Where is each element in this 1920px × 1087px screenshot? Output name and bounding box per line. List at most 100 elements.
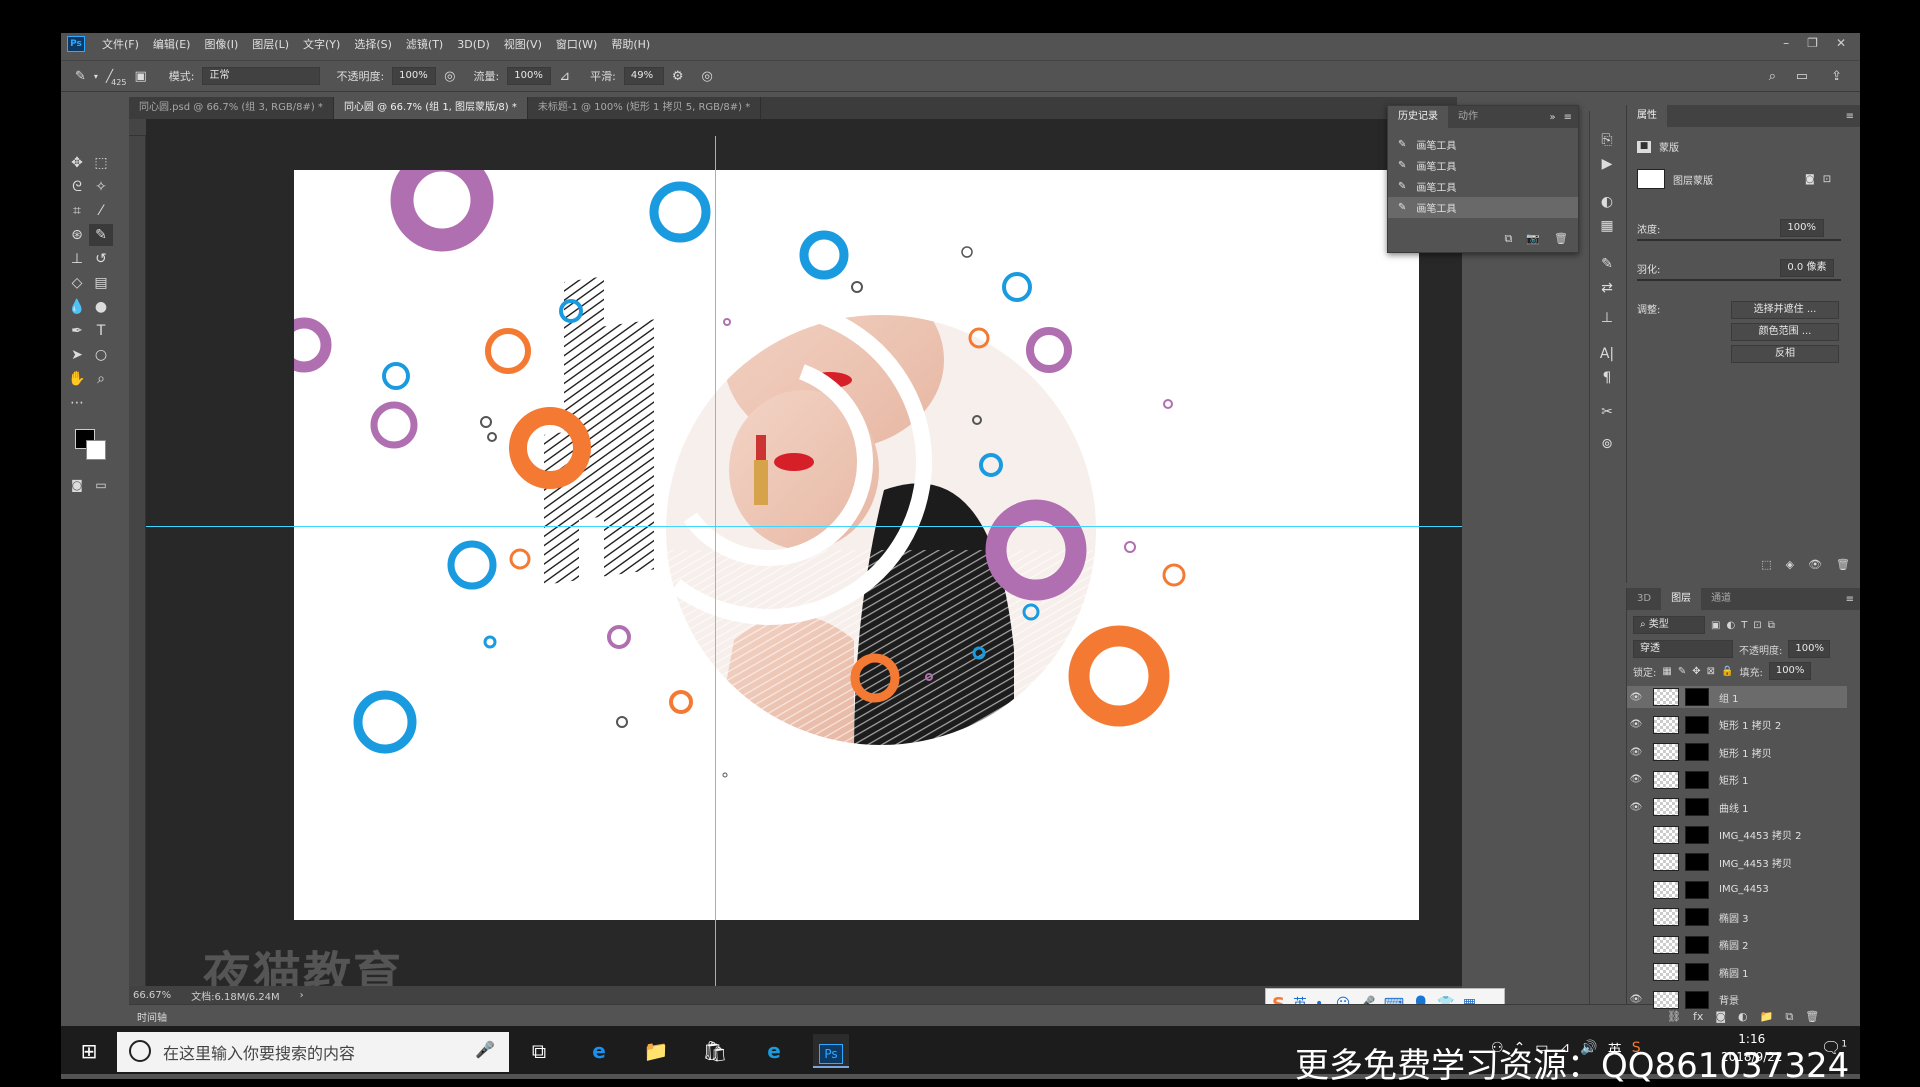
ellipse-tool-icon[interactable]: ○	[89, 344, 113, 366]
quick-mask-icon[interactable]: ◙	[65, 474, 89, 496]
filter-smart-icon[interactable]: ⧉	[1768, 620, 1775, 631]
layer-mask-thumbnail[interactable]	[1685, 770, 1709, 789]
layer-row[interactable]: 椭圆 2	[1627, 934, 1847, 956]
new-layer-icon[interactable]: ⧉	[1785, 1010, 1793, 1024]
density-slider[interactable]	[1637, 239, 1841, 241]
layer-row[interactable]: 👁 矩形 1 拷贝 2	[1627, 714, 1847, 736]
timeline-label[interactable]: 时间轴	[137, 1013, 167, 1024]
history-row[interactable]: ✎ 画笔工具	[1388, 176, 1578, 197]
adjustment-layer-icon[interactable]: ◐	[1738, 1010, 1748, 1024]
marquee-tool-icon[interactable]: ⬚	[89, 152, 113, 174]
ie-browser-icon[interactable]: e	[756, 1034, 792, 1068]
guide-vertical[interactable]	[715, 136, 716, 988]
panel-expand-icon[interactable]: »	[1549, 112, 1555, 123]
history-row[interactable]: ✎ 画笔工具	[1388, 134, 1578, 155]
more-tools-icon[interactable]: ⋯	[65, 392, 89, 414]
layer-row[interactable]: 椭圆 3	[1627, 906, 1847, 928]
camera-icon[interactable]: 📷	[1526, 232, 1540, 246]
eraser-tool-icon[interactable]: ◇	[65, 272, 89, 294]
layer-mask-thumbnail[interactable]	[1685, 908, 1709, 926]
eye-icon[interactable]: 👁	[1808, 558, 1822, 571]
density-input[interactable]: 100%	[1780, 219, 1825, 237]
history-panel-icon[interactable]: ⎘	[1596, 129, 1618, 151]
panel-menu-icon[interactable]: ≡	[1846, 594, 1854, 605]
type-tool-icon[interactable]: T	[89, 320, 113, 342]
zoom-level[interactable]: 66.67%	[133, 990, 171, 1001]
magic-wand-tool-icon[interactable]: ✧	[89, 176, 113, 198]
layer-mask-thumbnail[interactable]	[1685, 990, 1709, 1009]
pressure-size-icon[interactable]: ◎	[702, 69, 713, 84]
chevron-right-icon[interactable]: ›	[300, 990, 304, 1001]
edge-browser-icon[interactable]: e	[581, 1034, 617, 1068]
workspace-icon[interactable]: ▭	[1796, 69, 1808, 84]
tab-actions[interactable]: 动作	[1448, 106, 1488, 128]
menu-filter[interactable]: 滤镜(T)	[399, 36, 450, 52]
layer-filter-select[interactable]: ⌕ 类型	[1633, 616, 1705, 634]
fill-input[interactable]: 100%	[1768, 662, 1811, 680]
search-icon[interactable]: ⌕	[1769, 69, 1776, 84]
layer-row[interactable]: IMG_4453 拷贝 2	[1627, 824, 1847, 846]
layer-opacity-input[interactable]: 100%	[1788, 640, 1831, 658]
pixel-mask-icon[interactable]: ◙	[1805, 174, 1815, 185]
filter-shape-icon[interactable]: ⊡	[1753, 620, 1761, 631]
guide-horizontal[interactable]	[146, 526, 1462, 527]
lasso-tool-icon[interactable]: ᘓ	[65, 176, 89, 198]
menu-file[interactable]: 文件(F)	[95, 36, 146, 52]
tab-3d[interactable]: 3D	[1627, 588, 1661, 610]
blur-tool-icon[interactable]: 💧	[65, 296, 89, 318]
lock-position-icon[interactable]: ✥	[1692, 666, 1700, 677]
trash-icon[interactable]: 🗑	[1554, 232, 1568, 246]
new-group-icon[interactable]: 📁	[1760, 1010, 1774, 1024]
layer-mask-thumbnail[interactable]	[1685, 880, 1709, 899]
document-canvas[interactable]	[294, 170, 1419, 920]
tab-layers[interactable]: 图层	[1661, 588, 1702, 610]
blend-mode-select[interactable]: 穿透	[1633, 640, 1733, 658]
eye-icon[interactable]: 👁	[1627, 692, 1645, 703]
tab-channels[interactable]: 通道	[1701, 588, 1741, 610]
menu-view[interactable]: 视图(V)	[497, 36, 549, 52]
share-icon[interactable]: ⇪	[1831, 69, 1842, 84]
eyedropper-tool-icon[interactable]: ⁄	[89, 200, 113, 222]
vector-mask-icon[interactable]: ⊡	[1823, 174, 1831, 185]
restore-icon[interactable]: ❐	[1807, 36, 1818, 50]
panel-menu-icon[interactable]: ≡	[1564, 112, 1572, 123]
tab-properties[interactable]: 属性	[1627, 105, 1667, 127]
layer-mask-thumbnail[interactable]	[1685, 853, 1709, 871]
add-mask-icon[interactable]: ◙	[1715, 1010, 1726, 1024]
screen-mode-icon[interactable]: ▭	[89, 474, 113, 496]
layer-mask-thumbnail[interactable]	[1685, 825, 1709, 844]
character-panel-icon[interactable]: A|	[1596, 343, 1618, 365]
brush-panel-icon[interactable]: ▣	[134, 69, 146, 84]
menu-layer[interactable]: 图层(L)	[245, 36, 296, 52]
layer-row[interactable]: 👁 曲线 1	[1627, 796, 1847, 818]
microphone-icon[interactable]: 🎤	[475, 1040, 495, 1059]
select-and-mask-button[interactable]: 选择并遮住 ...	[1731, 301, 1839, 319]
lock-all-icon[interactable]: 🔒	[1721, 666, 1733, 677]
file-explorer-icon[interactable]: 📁	[638, 1034, 674, 1068]
tab-document-2[interactable]: 同心圆 @ 66.7% (组 1, 图层蒙版/8) *	[333, 97, 528, 119]
menu-help[interactable]: 帮助(H)	[604, 36, 657, 52]
brush-tool-icon[interactable]: ✎	[75, 69, 86, 84]
swatches-panel-icon[interactable]: ▦	[1596, 215, 1618, 237]
crop-tool-icon[interactable]: ⌗	[65, 200, 89, 222]
feather-input[interactable]: 0.0 像素	[1780, 259, 1835, 277]
photoshop-taskbar-icon[interactable]: Ps	[813, 1034, 849, 1068]
lock-artboard-icon[interactable]: ⊠	[1707, 666, 1715, 677]
airbrush-icon[interactable]: ⊿	[559, 69, 570, 84]
layer-row[interactable]: IMG_4453	[1627, 879, 1847, 901]
layer-mask-thumbnail[interactable]	[1685, 935, 1709, 954]
load-selection-icon[interactable]: ⬚	[1761, 558, 1771, 571]
menu-image[interactable]: 图像(I)	[197, 36, 245, 52]
path-select-tool-icon[interactable]: ➤	[65, 344, 89, 366]
smoothing-input[interactable]: 49%	[623, 67, 664, 85]
layer-mask-thumbnail[interactable]	[1685, 688, 1709, 706]
color-panel-icon[interactable]: ◐	[1596, 191, 1618, 213]
filter-adjust-icon[interactable]: ◐	[1726, 620, 1735, 631]
panel-menu-icon[interactable]: ≡	[1846, 111, 1854, 122]
dodge-tool-icon[interactable]: ●	[89, 296, 113, 318]
eye-icon[interactable]: 👁	[1627, 747, 1645, 758]
task-view-icon[interactable]: ⧉	[521, 1034, 557, 1068]
paths-panel-icon[interactable]: ⊚	[1596, 433, 1618, 455]
layer-mask-thumbnail[interactable]	[1685, 963, 1709, 981]
gear-icon[interactable]: ⚙	[672, 69, 684, 84]
